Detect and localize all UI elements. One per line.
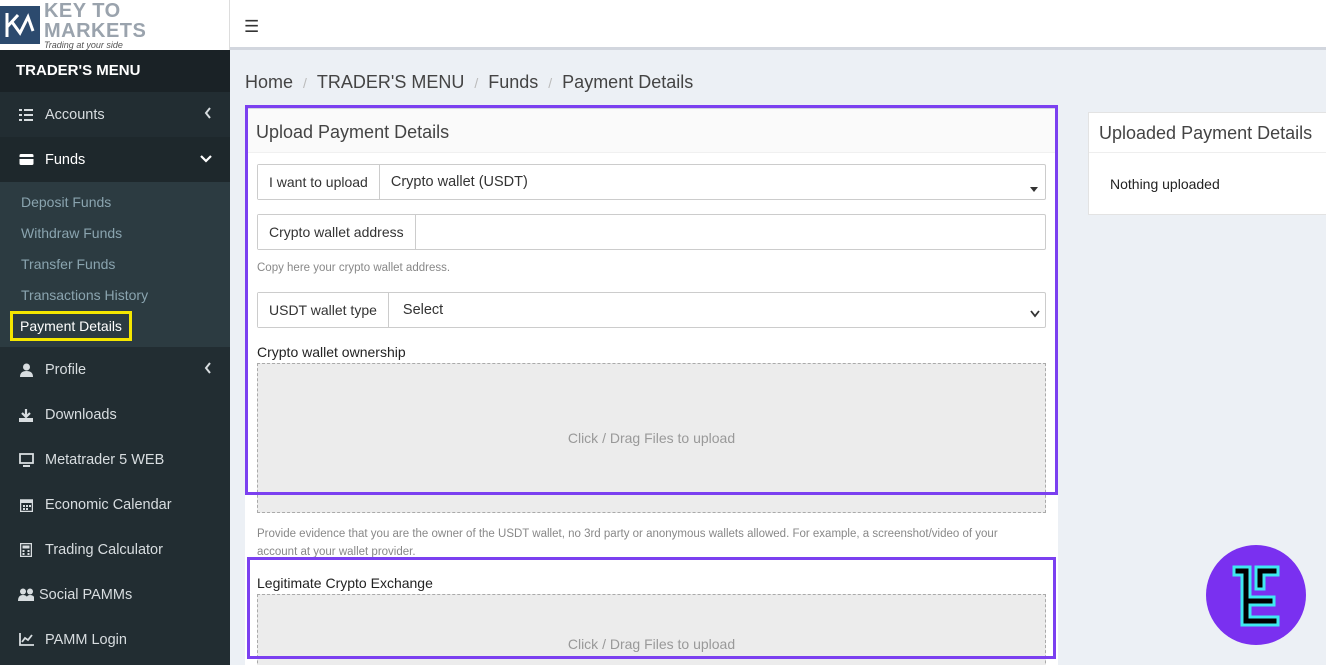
sidebar-item-accounts[interactable]: Accounts <box>0 92 230 137</box>
sidebar-item-label: Economic Calendar <box>45 496 172 513</box>
wallet-type-label: USDT wallet type <box>258 293 389 327</box>
breadcrumb-separator: / <box>303 74 307 91</box>
ownership-help-line: Provide evidence that you are the owner … <box>257 528 998 540</box>
submenu-item-payment-details[interactable]: Payment Details <box>0 310 230 341</box>
empty-state-text: Nothing uploaded <box>1110 176 1220 192</box>
wallet-icon <box>18 152 34 168</box>
upload-type-label: I want to upload <box>258 165 380 199</box>
wallet-type-select[interactable]: Select <box>389 293 1045 327</box>
breadcrumb-funds[interactable]: Funds <box>488 72 538 93</box>
sidebar-item-profile[interactable]: Profile <box>0 347 230 392</box>
caret-down-icon <box>1030 180 1038 196</box>
uploaded-box-title: Uploaded Payment Details <box>1089 113 1326 153</box>
logo[interactable]: KEY TO MARKETS Trading at your side <box>0 1 229 50</box>
dropzone-text: Click / Drag Files to upload <box>567 636 736 652</box>
breadcrumb-traders-menu[interactable]: TRADER'S MENU <box>317 72 464 93</box>
logo-tagline: Trading at your side <box>43 39 123 50</box>
ownership-dropzone[interactable]: Click / Drag Files to upload <box>257 363 1046 513</box>
chevron-left-icon <box>204 362 212 378</box>
submenu-item-withdraw-funds[interactable]: Withdraw Funds <box>0 217 230 248</box>
sidebar-item-label: Downloads <box>45 406 117 423</box>
upload-payment-details-box: Upload Payment Details I want to upload … <box>245 108 1058 665</box>
submenu-item-transactions-history[interactable]: Transactions History <box>0 279 230 310</box>
sidebar-item-pamm-login[interactable]: PAMM Login <box>0 617 230 662</box>
submenu-item-deposit-funds[interactable]: Deposit Funds <box>0 186 230 217</box>
wallet-type-group: USDT wallet type Select <box>257 292 1046 328</box>
brand-badge-icon <box>1206 545 1306 645</box>
users-icon <box>18 587 34 603</box>
wallet-address-label: Crypto wallet address <box>258 215 416 249</box>
calculator-icon <box>18 542 34 558</box>
breadcrumb-separator: / <box>474 74 479 91</box>
upload-type-select[interactable]: Crypto wallet (USDT) <box>380 165 1045 199</box>
chevron-down-icon <box>200 152 212 168</box>
submenu-item-transfer-funds[interactable]: Transfer Funds <box>0 248 230 279</box>
sidebar-item-metatrader[interactable]: Metatrader 5 WEB <box>0 437 230 482</box>
logo-area[interactable]: KEY TO MARKETS Trading at your side <box>0 0 230 50</box>
uploaded-payment-details-box: Uploaded Payment Details Nothing uploade… <box>1088 112 1326 215</box>
sidebar-item-label: Accounts <box>45 106 105 123</box>
sidebar-item-label: Profile <box>45 361 87 378</box>
ownership-help-line: account at your wallet provider. <box>257 546 416 558</box>
submenu-item-label: Payment Details <box>10 310 132 341</box>
exchange-dropzone[interactable]: Click / Drag Files to upload <box>257 594 1046 665</box>
sidebar-item-funds[interactable]: Funds <box>0 137 230 182</box>
upload-box-title: Upload Payment Details <box>245 109 1058 153</box>
sidebar-item-trading-calculator[interactable]: Trading Calculator <box>0 527 230 572</box>
dropzone-text: Click / Drag Files to upload <box>567 430 736 446</box>
hamburger-menu-icon[interactable]: ☰ <box>244 17 259 37</box>
upload-type-value: Crypto wallet (USDT) <box>390 174 528 190</box>
breadcrumb-current-page: Payment Details <box>562 72 694 92</box>
user-icon <box>18 362 34 378</box>
calendar-icon <box>18 497 34 513</box>
sidebar-item-label: PAMM Login <box>45 631 127 648</box>
exchange-label: Legitimate Crypto Exchange <box>257 575 433 591</box>
sidebar-item-label: Funds <box>45 151 86 168</box>
sidebar-item-label: Trading Calculator <box>45 541 163 558</box>
funds-submenu: Deposit Funds Withdraw Funds Transfer Fu… <box>0 182 230 347</box>
sidebar-item-economic-calendar[interactable]: Economic Calendar <box>0 482 230 527</box>
chevron-left-icon <box>204 107 212 123</box>
logo-mark-icon <box>0 6 40 44</box>
sidebar-item-social-pamms[interactable]: Social PAMMs <box>0 572 230 617</box>
wallet-address-help: Copy here your crypto wallet address. <box>257 262 451 274</box>
top-bar: ☰ <box>230 0 1326 50</box>
sidebar: KEY TO MARKETS Trading at your side TRAD… <box>0 0 230 665</box>
breadcrumb: Home / TRADER'S MENU / Funds / Payment D… <box>245 72 693 93</box>
sidebar-item-label: Social PAMMs <box>39 586 133 603</box>
ownership-label: Crypto wallet ownership <box>257 344 406 360</box>
wallet-address-input[interactable] <box>416 215 1045 249</box>
chart-icon <box>18 632 34 648</box>
download-icon <box>18 407 34 423</box>
breadcrumb-separator: / <box>548 74 553 91</box>
wallet-address-group: Crypto wallet address <box>257 214 1046 250</box>
breadcrumb-home[interactable]: Home <box>245 72 293 93</box>
sidebar-item-downloads[interactable]: Downloads <box>0 392 230 437</box>
wallet-type-value: Select <box>402 302 444 318</box>
list-icon <box>18 107 34 123</box>
upload-type-group: I want to upload Crypto wallet (USDT) <box>257 164 1046 200</box>
sidebar-item-label: Metatrader 5 WEB <box>45 451 165 468</box>
menu-header: TRADER'S MENU <box>0 50 230 92</box>
ownership-help: Provide evidence that you are the owner … <box>257 525 1046 561</box>
logo-name: KEY TO MARKETS <box>43 0 147 42</box>
chevron-down-icon <box>1030 306 1040 322</box>
monitor-icon <box>18 452 34 468</box>
